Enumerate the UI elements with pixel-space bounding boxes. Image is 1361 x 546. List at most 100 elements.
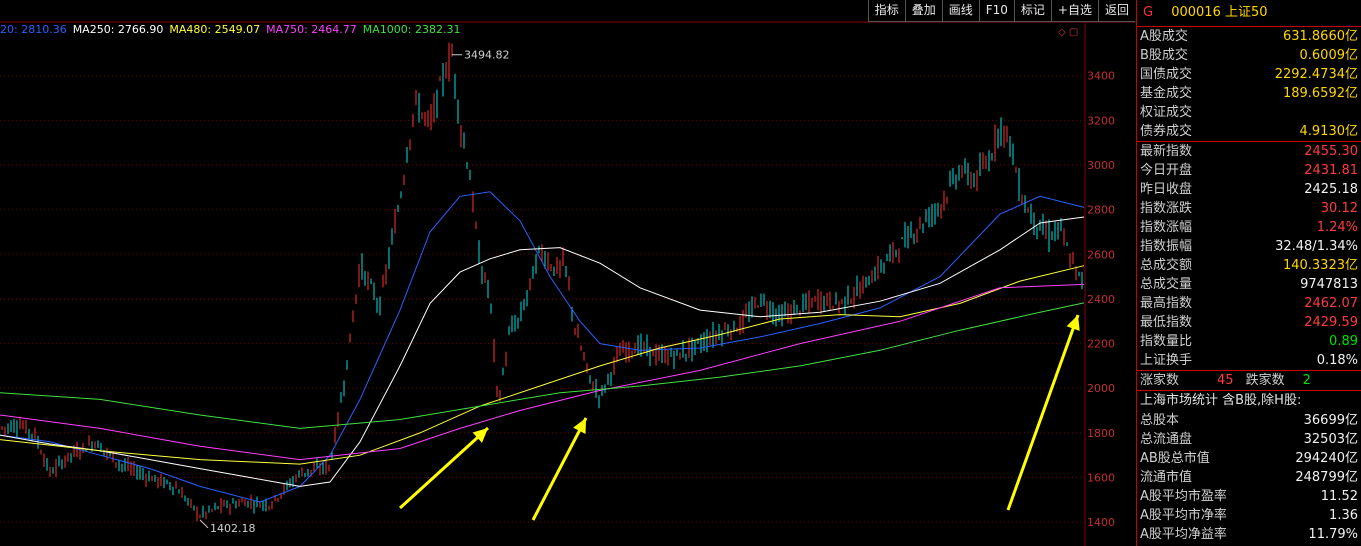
stat-label: 总流通盘	[1140, 432, 1193, 447]
y-tick-label: 2400	[1087, 293, 1115, 306]
trading-label: 国债成交	[1140, 67, 1193, 82]
stat-value: 11.52	[1320, 489, 1358, 504]
y-tick-label: 2000	[1087, 382, 1115, 395]
stat-value: 248799亿	[1295, 470, 1358, 485]
ma-series-line	[0, 191, 1085, 503]
toolbar-button-1[interactable]: 叠加	[904, 0, 942, 22]
quote-value: 9747813	[1300, 277, 1358, 292]
y-tick-label: 1800	[1087, 427, 1115, 440]
trading-row: A股成交 631.8660亿	[1137, 27, 1361, 46]
arrow-shaft	[398, 426, 490, 510]
ma-series-line	[0, 265, 1085, 465]
quote-label: 指数量比	[1140, 334, 1193, 349]
quote-label: 指数涨跌	[1140, 201, 1193, 216]
up-count: 45	[1217, 373, 1234, 388]
toolbar-button-4[interactable]: 标记	[1013, 0, 1051, 22]
trading-row: 权证成交	[1137, 103, 1361, 122]
quote-row: 昨日收盘 2425.18	[1137, 180, 1361, 199]
trading-value: 4.9130亿	[1299, 124, 1359, 139]
y-tick-label: 3000	[1087, 159, 1115, 172]
quote-label: 指数涨幅	[1140, 220, 1193, 235]
quote-row: 指数涨跌 30.12	[1137, 199, 1361, 218]
stat-row: 总股本 36699亿	[1137, 411, 1361, 430]
quote-value: 2429.59	[1304, 315, 1358, 330]
toolbar-button-6[interactable]: 返回	[1097, 0, 1135, 22]
chart-corner-icons[interactable]: ◇ ▢	[1058, 27, 1078, 38]
ma-legend: 20: 2810.36 MA250: 2766.90 MA480: 2549.07 M…	[0, 23, 467, 36]
ma-legend-item: MA250: 2766.90	[72, 23, 164, 36]
stat-label: A股平均市盈率	[1140, 489, 1227, 504]
stat-row: A股平均市净率 1.36	[1137, 506, 1361, 525]
ma-series-line	[0, 302, 1085, 429]
stat-label: A股平均净益率	[1140, 527, 1227, 542]
stat-value: 36699亿	[1303, 413, 1358, 428]
down-count-label: 跌家数	[1245, 373, 1285, 388]
stat-label: A股平均市净率	[1140, 508, 1227, 523]
quote-label: 上证换手	[1140, 353, 1193, 368]
chart-canvas: 1400 1600 1800 2000 2200 2400 2600 2800 3000 3200…	[0, 21, 1135, 546]
breadth-row: 涨家数 45 跌家数 2	[1137, 371, 1361, 390]
quote-row: 指数涨幅 1.24%	[1137, 218, 1361, 237]
stat-row: 流通市值 248799亿	[1137, 468, 1361, 487]
y-tick-label: 1400	[1087, 516, 1115, 529]
trading-label: 权证成交	[1140, 105, 1193, 120]
market-letter: G	[1143, 5, 1154, 20]
trading-value: 2292.4734亿	[1274, 67, 1358, 82]
quote-value: 30.12	[1320, 201, 1358, 216]
stat-value: 11.79%	[1308, 527, 1358, 542]
trading-label: 基金成交	[1140, 86, 1193, 101]
ma-legend-item: MA1000: 2382.31	[362, 23, 461, 36]
quote-list: 最新指数 2455.30 今日开盘 2431.81 昨日收盘 2425.18 指数涨跌 30.…	[1137, 142, 1361, 370]
quote-value: 2455.30	[1304, 144, 1358, 159]
market-stats-list: 总股本 36699亿总流通盘 32503亿 AB股总市值 294240亿流通市值 2487…	[1137, 411, 1361, 544]
toolbar-button-3[interactable]: F10	[978, 0, 1014, 22]
quote-label: 总成交额	[1140, 258, 1193, 273]
stats-title: 上海市场统计 含B股,除H股:	[1140, 393, 1302, 408]
toolbar-button-5[interactable]: +自选	[1050, 0, 1098, 22]
y-tick-label: 1600	[1087, 472, 1115, 485]
down-count: 2	[1302, 373, 1311, 388]
y-tick-label: 3400	[1087, 70, 1115, 83]
index-name: 上证50	[1225, 5, 1268, 20]
quote-row: 上证换手 0.18%	[1137, 351, 1361, 370]
ma-legend-item: MA480: 2549.07	[169, 23, 261, 36]
quote-value: 2462.07	[1304, 296, 1358, 311]
arrow-head	[1066, 315, 1080, 331]
trading-label: 债券成交	[1140, 124, 1193, 139]
kline-chart[interactable]: 1400 1600 1800 2000 2200 2400 2600 2800 3000 3200…	[0, 0, 1135, 546]
trading-value: 631.8660亿	[1282, 29, 1358, 44]
quote-label: 今日开盘	[1140, 163, 1193, 178]
quote-value: 0.18%	[1316, 353, 1358, 368]
ma-legend-item: MA750: 2464.77	[266, 23, 357, 36]
quote-row: 指数振幅 32.48/1.34%	[1137, 237, 1361, 256]
y-tick-label: 2800	[1087, 204, 1115, 217]
quote-value: 2425.18	[1304, 182, 1358, 197]
trading-value: 0.6009亿	[1299, 48, 1359, 63]
y-tick-label: 2200	[1087, 338, 1115, 351]
quote-value: 2431.81	[1304, 163, 1358, 178]
quote-row: 总成交额 140.3323亿	[1137, 256, 1361, 275]
quote-label: 昨日收盘	[1140, 182, 1193, 197]
ma-legend-item: 20: 2810.36	[0, 23, 67, 36]
up-count-label: 涨家数	[1140, 373, 1180, 388]
quote-label: 最新指数	[1140, 144, 1193, 159]
stat-label: 流通市值	[1140, 470, 1193, 485]
y-tick-label: 2600	[1087, 248, 1115, 261]
stat-label: AB股总市值	[1140, 451, 1210, 466]
quote-value: 140.3323亿	[1282, 258, 1358, 273]
low-label: 1402.18	[210, 522, 256, 535]
quote-row: 指数量比 0.89	[1137, 332, 1361, 351]
trading-label: A股成交	[1140, 29, 1188, 44]
trading-row: 基金成交 189.6592亿	[1137, 84, 1361, 103]
arrow-shaft	[1006, 314, 1080, 511]
chart-toolbar: 指标 叠加 画线 F10 标记 +自选 返回	[867, 0, 1135, 22]
low-marker	[199, 519, 209, 529]
toolbar-button-2[interactable]: 画线	[941, 0, 979, 22]
stat-value: 294240亿	[1295, 451, 1358, 466]
toolbar-button-0[interactable]: 指标	[867, 0, 905, 22]
stat-label: 总股本	[1140, 413, 1180, 428]
quote-value: 0.89	[1329, 334, 1358, 349]
trading-volume-list: A股成交 631.8660亿 B股成交 0.6009亿 国债成交 2292.4734亿 基金…	[1137, 27, 1361, 141]
stat-value: 32503亿	[1303, 432, 1358, 447]
index-code: 000016	[1171, 5, 1221, 20]
